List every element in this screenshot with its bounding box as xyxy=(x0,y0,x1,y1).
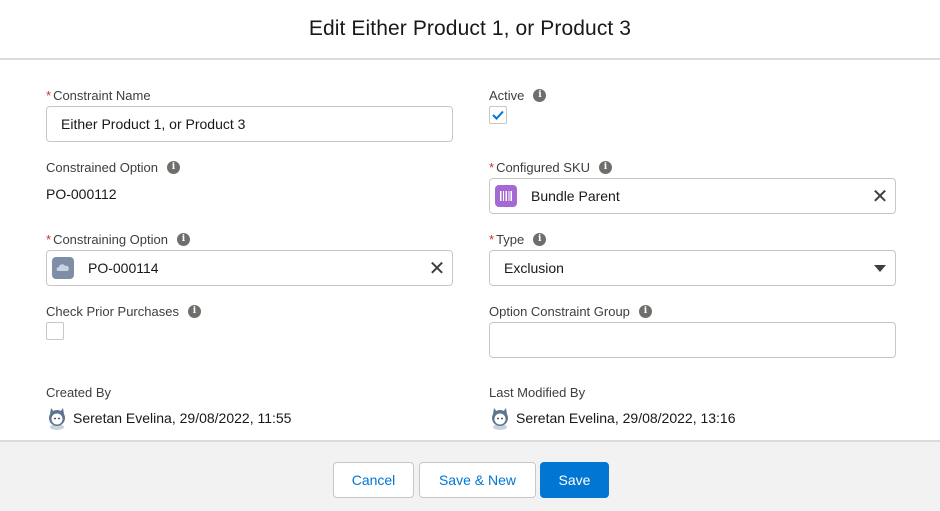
info-icon[interactable]: i xyxy=(176,232,190,246)
configured-sku-lookup[interactable]: Bundle Parent ✕ xyxy=(489,178,896,214)
constraining-option-label: * Constraining Option i xyxy=(46,230,190,248)
constraining-option-value: PO-000114 xyxy=(88,260,159,276)
constraint-name-input[interactable]: Either Product 1, or Product 3 xyxy=(46,106,453,142)
created-by-label: Created By xyxy=(46,383,111,401)
option-constraint-group-label: Option Constraint Group i xyxy=(489,302,652,320)
info-icon[interactable]: i xyxy=(533,88,547,102)
configured-sku-label: * Configured SKU i xyxy=(489,158,613,176)
constrained-option-label: Constrained Option i xyxy=(46,158,181,176)
clear-selection-icon[interactable]: ✕ xyxy=(422,256,452,281)
info-icon[interactable]: i xyxy=(638,304,652,318)
barcode-icon xyxy=(495,185,517,207)
info-icon[interactable]: i xyxy=(187,304,201,318)
last-modified-by-label: Last Modified By xyxy=(489,383,585,401)
constraint-name-label: * Constraint Name xyxy=(46,86,151,104)
required-marker: * xyxy=(489,231,495,247)
checkmark-icon xyxy=(492,110,504,120)
user-avatar-icon xyxy=(492,408,508,430)
last-modified-by-field: Seretan Evelina, 29/08/2022, 13:16 xyxy=(489,406,736,430)
label-text: Created By xyxy=(46,384,112,400)
label-text: Active xyxy=(489,87,525,103)
modal-header: Edit Either Product 1, or Product 3 xyxy=(0,0,940,60)
active-label: Active i xyxy=(489,86,547,104)
label-text: Constraint Name xyxy=(53,87,151,103)
check-prior-purchases-checkbox[interactable] xyxy=(46,322,64,340)
label-text: Configured SKU xyxy=(496,159,591,175)
created-by-field: Seretan Evelina, 29/08/2022, 11:55 xyxy=(46,406,291,430)
option-constraint-group-input[interactable] xyxy=(489,322,896,358)
constrained-option-value: PO-000112 xyxy=(46,186,117,202)
type-value: Exclusion xyxy=(504,260,564,276)
required-marker: * xyxy=(46,231,52,247)
label-text: Last Modified By xyxy=(489,384,586,400)
save-and-new-button[interactable]: Save & New xyxy=(419,462,536,498)
label-text: Type xyxy=(496,231,525,247)
user-avatar-icon xyxy=(49,408,65,430)
chevron-down-icon xyxy=(874,265,886,272)
type-select[interactable]: Exclusion xyxy=(489,250,896,286)
label-text: Check Prior Purchases xyxy=(46,303,179,319)
check-prior-purchases-label: Check Prior Purchases i xyxy=(46,302,201,320)
info-icon[interactable]: i xyxy=(167,160,181,174)
cancel-button[interactable]: Cancel xyxy=(333,462,414,498)
created-by-value: Seretan Evelina, 29/08/2022, 11:55 xyxy=(73,410,292,426)
save-button[interactable]: Save xyxy=(540,462,609,498)
info-icon[interactable]: i xyxy=(599,160,613,174)
required-marker: * xyxy=(489,159,495,175)
active-checkbox[interactable] xyxy=(489,106,507,124)
configured-sku-value: Bundle Parent xyxy=(531,188,620,204)
constraint-name-value: Either Product 1, or Product 3 xyxy=(61,116,246,132)
type-label: * Type i xyxy=(489,230,547,248)
constraining-option-lookup[interactable]: PO-000114 ✕ xyxy=(46,250,453,286)
info-icon[interactable]: i xyxy=(533,232,547,246)
modal-footer: Cancel Save & New Save xyxy=(0,440,940,511)
clear-selection-icon[interactable]: ✕ xyxy=(865,184,895,209)
label-text: Constrained Option xyxy=(46,159,159,175)
product-option-icon xyxy=(52,257,74,279)
label-text: Option Constraint Group xyxy=(489,303,630,319)
required-marker: * xyxy=(46,87,52,103)
label-text: Constraining Option xyxy=(53,231,168,247)
last-modified-by-value: Seretan Evelina, 29/08/2022, 13:16 xyxy=(516,410,736,426)
modal-title: Edit Either Product 1, or Product 3 xyxy=(308,17,632,40)
